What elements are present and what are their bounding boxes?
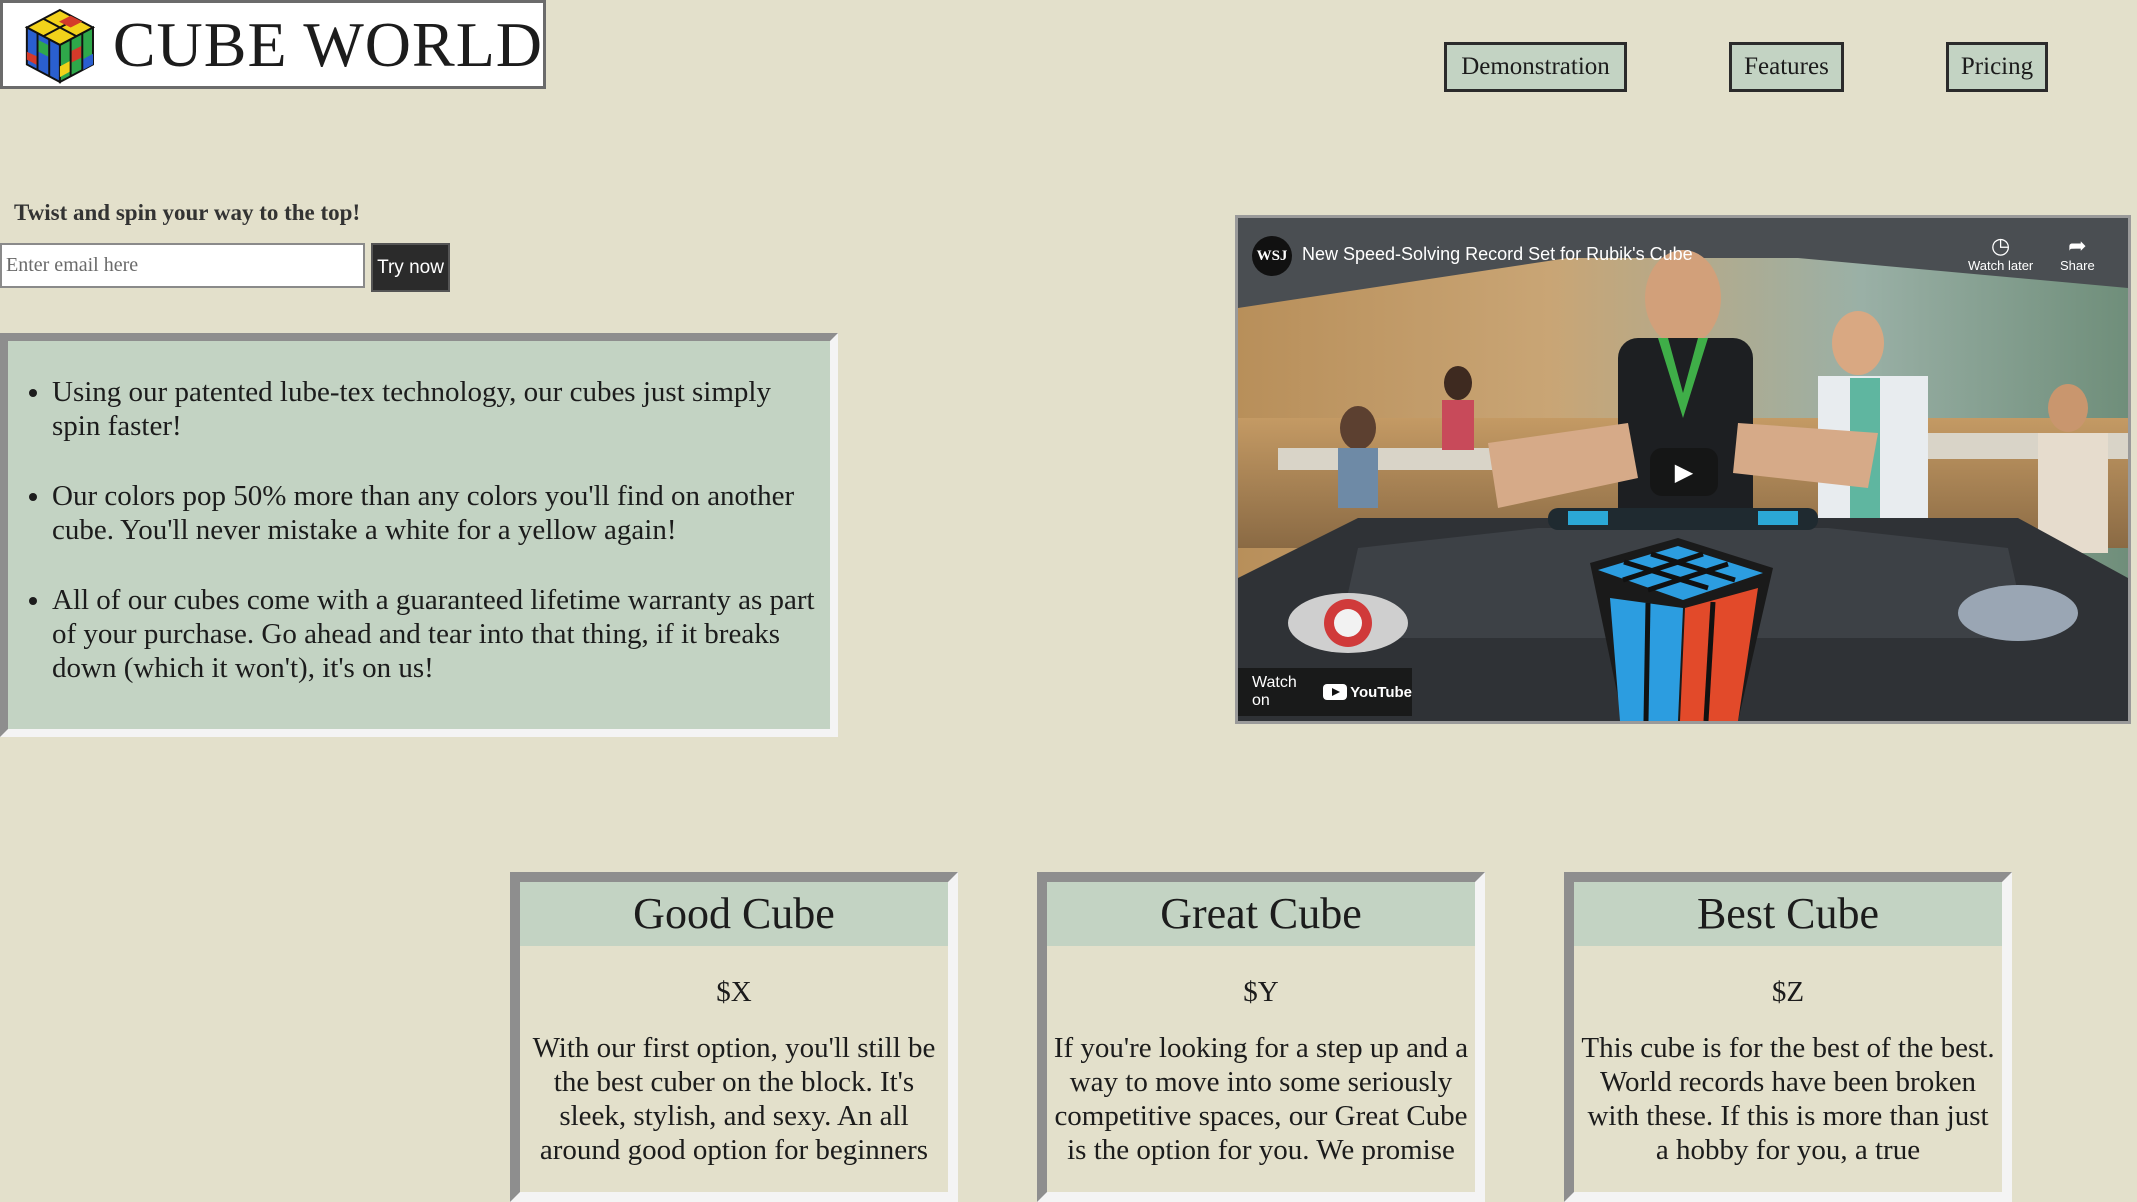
pricing-card-best: Best Cube $Z This cube is for the best o… [1564, 872, 2012, 1202]
logo-text: CUBE WORLD [112, 8, 543, 80]
clock-icon: ◷ [1991, 233, 2011, 258]
pricing-card-price: $X [716, 976, 752, 1008]
youtube-play-icon [1323, 684, 1348, 700]
youtube-video-embed[interactable]: WSJ New Speed-Solving Record Set for Rub… [1235, 215, 2131, 724]
site-logo[interactable]: CUBE WORLD [0, 0, 546, 89]
pricing-card-description: If you're looking for a step up and a wa… [1053, 1032, 1469, 1166]
watch-on-label: Watch on [1252, 674, 1297, 709]
nav-demonstration-button[interactable]: Demonstration [1444, 42, 1627, 92]
feature-item: All of our cubes come with a guaranteed … [52, 583, 820, 685]
try-now-button[interactable]: Try now [371, 243, 450, 292]
youtube-label: YouTube [1350, 683, 1412, 701]
watch-later-button[interactable]: ◷ Watch later [1968, 233, 2034, 274]
play-icon: ▶ [1674, 459, 1694, 486]
rubiks-cube-icon [24, 8, 96, 84]
play-button[interactable]: ▶ [1650, 448, 1718, 496]
pricing-card-title: Best Cube [1574, 882, 2002, 946]
pricing-card-price: $Y [1243, 976, 1279, 1008]
video-title[interactable]: New Speed-Solving Record Set for Rubik's… [1302, 244, 1693, 265]
nav-pricing-button[interactable]: Pricing [1946, 42, 2048, 92]
share-label: Share [2060, 258, 2095, 273]
youtube-logo: YouTube [1323, 684, 1412, 701]
features-list: Using our patented lube-tex technology, … [8, 341, 830, 685]
channel-avatar[interactable]: WSJ [1252, 236, 1292, 276]
features-list-box: Using our patented lube-tex technology, … [0, 333, 838, 737]
pricing-card-title: Good Cube [520, 882, 948, 946]
tagline: Twist and spin your way to the top! [14, 200, 361, 225]
email-input[interactable] [0, 243, 365, 288]
feature-item: Using our patented lube-tex technology, … [52, 375, 820, 443]
share-button[interactable]: ➦ Share [2060, 233, 2095, 274]
share-arrow-icon: ➦ [2068, 233, 2087, 258]
pricing-card-good: Good Cube $X With our first option, you'… [510, 872, 958, 1202]
watch-later-label: Watch later [1968, 258, 2034, 273]
nav-features-button[interactable]: Features [1729, 42, 1844, 92]
pricing-card-title: Great Cube [1047, 882, 1475, 946]
watch-on-youtube-link[interactable]: Watch on YouTube [1238, 668, 1412, 716]
pricing-card-description: This cube is for the best of the best. W… [1581, 1032, 1995, 1166]
feature-item: Our colors pop 50% more than any colors … [52, 479, 820, 547]
pricing-card-description: With our first option, you'll still be t… [532, 1032, 936, 1166]
pricing-card-price: $Z [1771, 976, 1805, 1008]
pricing-card-great: Great Cube $Y If you're looking for a st… [1037, 872, 1485, 1202]
